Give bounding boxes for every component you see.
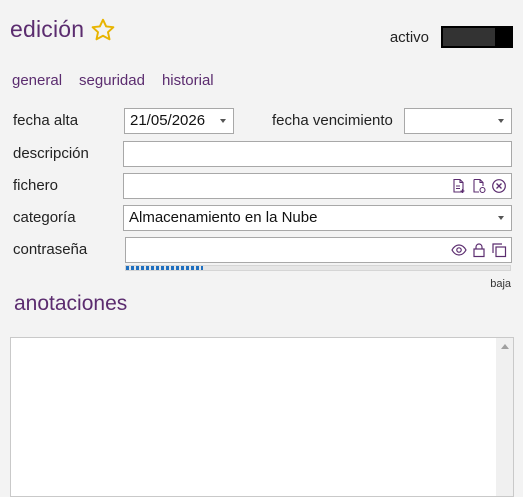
descripcion-input[interactable] <box>123 141 512 167</box>
notes-scrollbar[interactable] <box>496 338 513 496</box>
tab-seguridad[interactable]: seguridad <box>79 72 145 89</box>
eye-icon[interactable] <box>451 242 467 258</box>
tab-general[interactable]: general <box>12 72 62 89</box>
tab-historial[interactable]: historial <box>162 72 214 89</box>
row-descripcion: descripción <box>0 141 523 167</box>
fecha-vencimiento-picker[interactable] <box>404 108 512 134</box>
categoria-value: Almacenamiento en la Nube <box>129 209 318 226</box>
clear-icon[interactable] <box>491 178 507 194</box>
tab-bar: general seguridad historial <box>12 72 214 89</box>
fichero-label: fichero <box>13 177 59 194</box>
fichero-actions <box>451 178 507 194</box>
open-document-icon[interactable] <box>471 178 487 194</box>
fichero-input[interactable] <box>123 173 512 199</box>
contrasena-label: contraseña <box>13 241 88 258</box>
notes-title: anotaciones <box>14 292 128 315</box>
row-fichero: fichero <box>0 173 523 199</box>
fecha-alta-label: fecha alta <box>13 112 79 129</box>
fecha-alta-value: 21/05/2026 <box>130 112 206 129</box>
row-contrasena: contraseña <box>0 237 523 263</box>
password-strength-fill <box>126 266 203 270</box>
scroll-up-icon[interactable] <box>501 344 509 349</box>
chevron-down-icon <box>498 216 504 220</box>
password-strength-bar <box>125 265 511 271</box>
star-icon[interactable] <box>90 17 116 43</box>
row-fechas: fecha alta 21/05/2026 fecha vencimiento <box>0 108 523 134</box>
contrasena-actions <box>451 242 507 258</box>
chevron-down-icon <box>220 119 226 123</box>
header: edición <box>10 16 116 43</box>
copy-icon[interactable] <box>491 242 507 258</box>
toggle-knob <box>495 28 511 46</box>
categoria-select[interactable]: Almacenamiento en la Nube <box>123 205 512 231</box>
new-document-icon[interactable] <box>451 178 467 194</box>
password-strength-label: baja <box>490 278 511 290</box>
active-label: activo <box>389 28 429 46</box>
lock-icon[interactable] <box>471 242 487 258</box>
fecha-alta-picker[interactable]: 21/05/2026 <box>124 108 234 134</box>
notes-textarea[interactable] <box>10 337 514 497</box>
active-toggle[interactable] <box>441 26 513 48</box>
contrasena-input[interactable] <box>125 237 512 263</box>
chevron-down-icon <box>498 119 504 123</box>
page-title: edición <box>10 16 85 42</box>
active-control: activo <box>390 26 513 48</box>
categoria-label: categoría <box>13 209 76 226</box>
descripcion-label: descripción <box>13 145 89 162</box>
row-categoria: categoría Almacenamiento en la Nube <box>0 205 523 231</box>
fecha-vencimiento-label: fecha vencimiento <box>272 112 393 129</box>
